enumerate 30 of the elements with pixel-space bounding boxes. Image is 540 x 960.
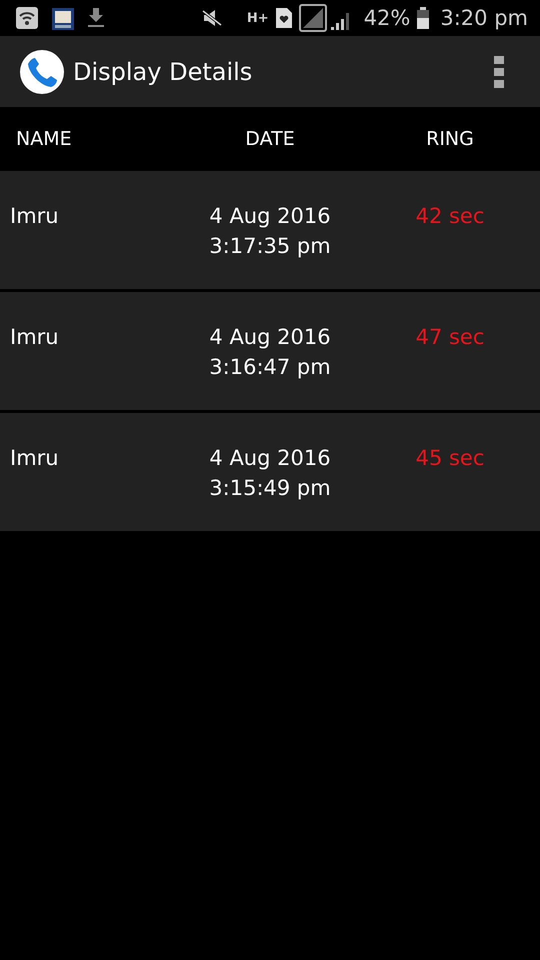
call-date: 4 Aug 2016 bbox=[209, 324, 331, 351]
sim-card-icon bbox=[276, 8, 292, 28]
battery-percent: 42% bbox=[364, 6, 410, 30]
phone-icon bbox=[20, 50, 64, 94]
call-date: 4 Aug 2016 bbox=[209, 445, 331, 472]
book-icon bbox=[52, 6, 74, 30]
caller-name: Imru bbox=[9, 445, 60, 472]
call-row[interactable]: Imru 4 Aug 2016 3:16:47 pm 47 sec bbox=[0, 292, 540, 410]
call-row[interactable]: Imru 4 Aug 2016 3:17:35 pm 42 sec bbox=[0, 171, 540, 289]
caller-name: Imru bbox=[9, 324, 60, 351]
overflow-menu-icon[interactable] bbox=[494, 56, 504, 88]
call-time: 3:16:47 pm bbox=[209, 354, 331, 381]
call-time: 3:17:35 pm bbox=[209, 233, 331, 260]
call-row[interactable]: Imru 4 Aug 2016 3:15:49 pm 45 sec bbox=[0, 413, 540, 531]
column-header: RING bbox=[425, 128, 475, 150]
column-header: DATE bbox=[244, 128, 296, 150]
ring-duration: 42 sec bbox=[414, 203, 486, 230]
download-icon bbox=[88, 8, 104, 28]
battery-icon bbox=[417, 7, 430, 29]
network-type: H+ bbox=[246, 10, 269, 26]
wifi-icon bbox=[16, 7, 38, 29]
app-title: Display Details bbox=[73, 58, 254, 86]
call-date: 4 Aug 2016 bbox=[209, 203, 331, 230]
column-header: NAME bbox=[15, 128, 73, 150]
call-time: 3:15:49 pm bbox=[209, 475, 331, 502]
ring-duration: 47 sec bbox=[414, 324, 486, 351]
clock: 3:20 pm bbox=[440, 6, 528, 30]
caller-name: Imru bbox=[9, 203, 60, 230]
mute-icon bbox=[202, 9, 222, 27]
ring-duration: 45 sec bbox=[414, 445, 486, 472]
